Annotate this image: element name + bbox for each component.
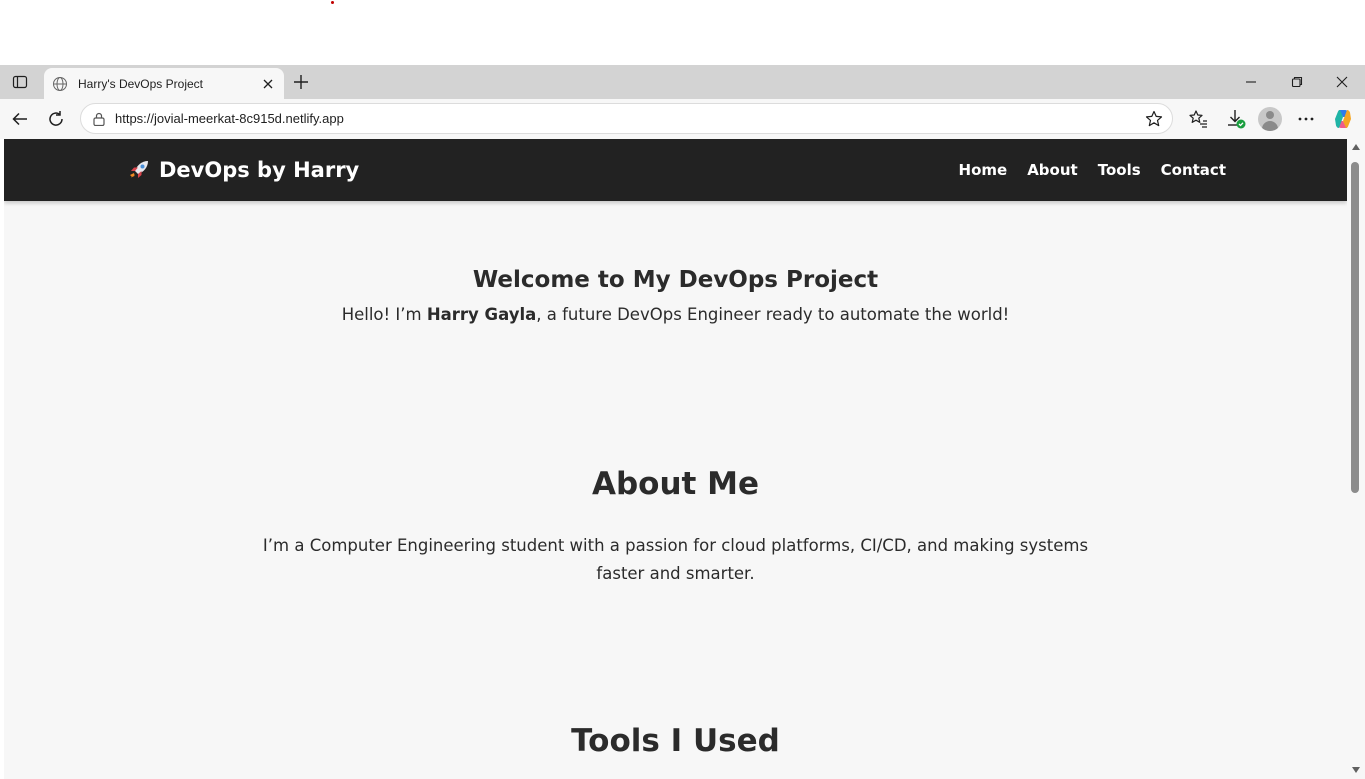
hero-intro: Hello! I’m Harry Gayla, a future DevOps … <box>4 305 1347 324</box>
download-icon[interactable] <box>1224 107 1248 131</box>
nav-link-contact[interactable]: Contact <box>1161 161 1226 179</box>
desktop-area <box>0 0 1365 65</box>
hero-intro-after: , a future DevOps Engineer ready to auto… <box>536 305 1010 324</box>
address-bar[interactable]: https://jovial-meerkat-8c915d.netlify.ap… <box>80 103 1173 134</box>
close-window-icon[interactable] <box>1319 65 1365 99</box>
lock-icon[interactable] <box>91 111 107 127</box>
tools-title: Tools I Used <box>571 723 780 759</box>
page-scrollbar[interactable] <box>1347 139 1365 779</box>
hero-title: Welcome to My DevOps Project <box>472 267 879 293</box>
site-brand[interactable]: DevOps by Harry <box>128 158 359 182</box>
globe-icon <box>52 76 68 92</box>
about-text: I’m a Computer Engineering student with … <box>262 536 1089 583</box>
close-icon[interactable] <box>260 76 276 92</box>
tab-title: Harry's DevOps Project <box>78 76 203 91</box>
minimize-icon[interactable] <box>1228 65 1274 99</box>
refresh-icon[interactable] <box>44 107 68 131</box>
plus-icon[interactable] <box>290 71 312 93</box>
cursor-dot <box>331 1 334 4</box>
browser-toolbar: https://jovial-meerkat-8c915d.netlify.ap… <box>0 99 1365 139</box>
hero-name: Harry Gayla <box>426 305 537 324</box>
favorites-icon[interactable] <box>1186 107 1210 131</box>
page-viewport: DevOps by Harry Home About Tools Contact… <box>4 139 1347 779</box>
hero-intro-before: Hello! I’m <box>341 305 427 324</box>
more-icon[interactable] <box>1294 107 1318 131</box>
site-navbar: DevOps by Harry Home About Tools Contact <box>4 139 1347 201</box>
rocket-icon <box>128 159 150 181</box>
nav-link-tools[interactable]: Tools <box>1098 161 1141 179</box>
nav-link-home[interactable]: Home <box>959 161 1008 179</box>
brand-text: DevOps by Harry <box>159 158 360 182</box>
nav-link-about[interactable]: About <box>1027 161 1078 179</box>
browser-tab[interactable]: Harry's DevOps Project <box>44 68 284 99</box>
back-arrow-icon[interactable] <box>8 107 32 131</box>
scroll-down-icon[interactable] <box>1352 767 1360 773</box>
scroll-up-icon[interactable] <box>1352 144 1360 150</box>
copilot-icon[interactable] <box>1331 107 1355 131</box>
tab-actions-icon[interactable] <box>8 72 32 92</box>
about-title: About Me <box>591 466 760 502</box>
scroll-thumb[interactable] <box>1351 162 1359 493</box>
restore-icon[interactable] <box>1274 65 1320 99</box>
avatar[interactable] <box>1258 107 1282 131</box>
star-icon[interactable] <box>1144 109 1164 129</box>
url-text[interactable]: https://jovial-meerkat-8c915d.netlify.ap… <box>115 111 1144 126</box>
site-nav-links: Home About Tools Contact <box>959 161 1226 179</box>
tab-strip: Harry's DevOps Project <box>0 65 1365 99</box>
